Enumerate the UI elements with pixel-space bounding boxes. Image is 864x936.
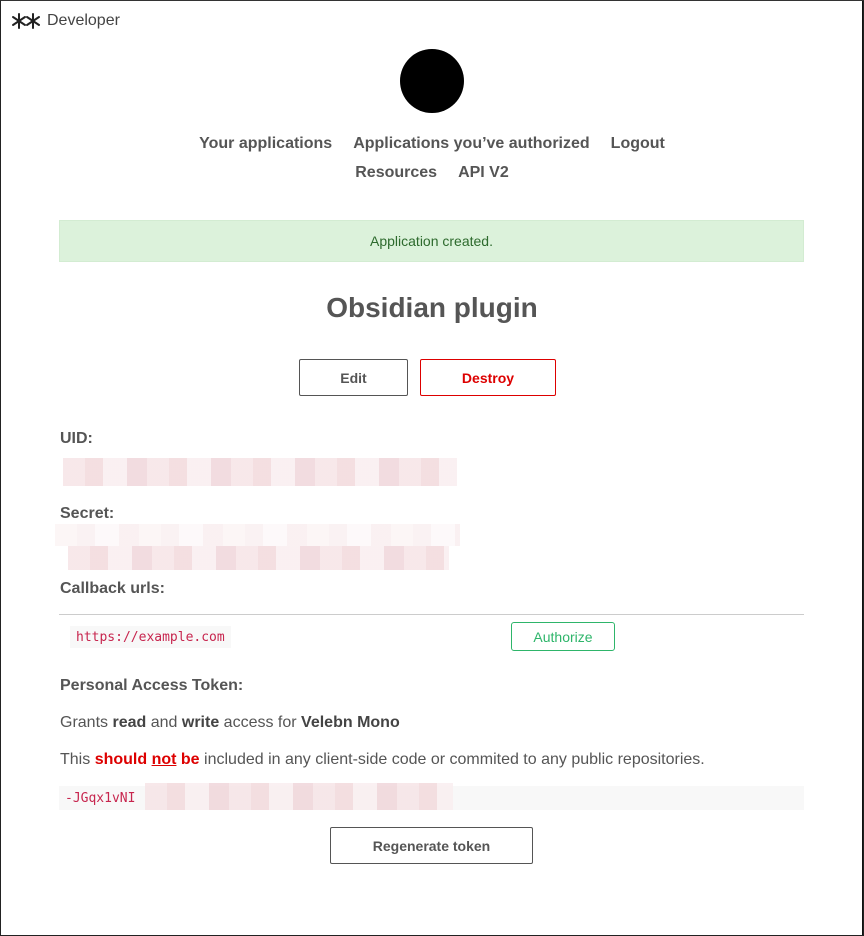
warning-prefix: This bbox=[60, 751, 91, 768]
grants-and: and bbox=[150, 714, 178, 731]
edit-button[interactable]: Edit bbox=[299, 359, 408, 396]
grants-prefix: Grants bbox=[60, 714, 109, 731]
nav-secondary: Resources API V2 bbox=[0, 164, 864, 182]
grants-read: read bbox=[112, 714, 147, 731]
secret-label: Secret: bbox=[60, 505, 115, 522]
grants-for: access for bbox=[223, 714, 297, 731]
asterisk-pair-icon bbox=[12, 13, 40, 29]
token-warning-text: This should not be included in any clien… bbox=[60, 751, 705, 769]
nav-resources[interactable]: Resources bbox=[355, 164, 437, 182]
callback-label: Callback urls: bbox=[60, 580, 165, 597]
regenerate-token-button[interactable]: Regenerate token bbox=[330, 827, 533, 864]
uid-value-redacted bbox=[63, 458, 457, 486]
token-label: Personal Access Token: bbox=[60, 677, 244, 694]
callback-url: https://example.com bbox=[70, 626, 231, 648]
warning-should: should bbox=[94, 751, 148, 768]
nav-logout[interactable]: Logout bbox=[611, 135, 665, 153]
uid-label: UID: bbox=[60, 430, 93, 447]
nav-authorized-applications[interactable]: Applications you’ve authorized bbox=[353, 135, 589, 153]
avatar[interactable] bbox=[400, 49, 464, 113]
nav-api-v2[interactable]: API V2 bbox=[458, 164, 509, 182]
warning-not: not bbox=[151, 751, 177, 768]
secret-value-redacted bbox=[68, 546, 449, 570]
brand-label: Developer bbox=[47, 12, 120, 29]
brand[interactable]: Developer bbox=[11, 11, 120, 31]
token-value: -JGqx1vNI bbox=[65, 790, 136, 806]
token-value-redacted bbox=[145, 783, 453, 810]
grants-write: write bbox=[181, 714, 220, 731]
flash-message: Application created. bbox=[370, 233, 493, 249]
divider bbox=[59, 614, 804, 615]
page-title: Obsidian plugin bbox=[326, 292, 538, 323]
token-grants-text: Grants read and write access for Velebn … bbox=[60, 714, 400, 732]
flash-success: Application created. bbox=[59, 220, 804, 262]
authorize-button[interactable]: Authorize bbox=[511, 622, 615, 651]
nav-primary: Your applications Applications you’ve au… bbox=[0, 135, 864, 153]
warning-be: be bbox=[180, 751, 200, 768]
grants-account: Velebn Mono bbox=[301, 714, 400, 731]
nav-your-applications[interactable]: Your applications bbox=[199, 135, 332, 153]
secret-value-redacted-top bbox=[55, 524, 460, 546]
warning-rest: included in any client-side code or comm… bbox=[204, 751, 705, 768]
destroy-button[interactable]: Destroy bbox=[420, 359, 556, 396]
